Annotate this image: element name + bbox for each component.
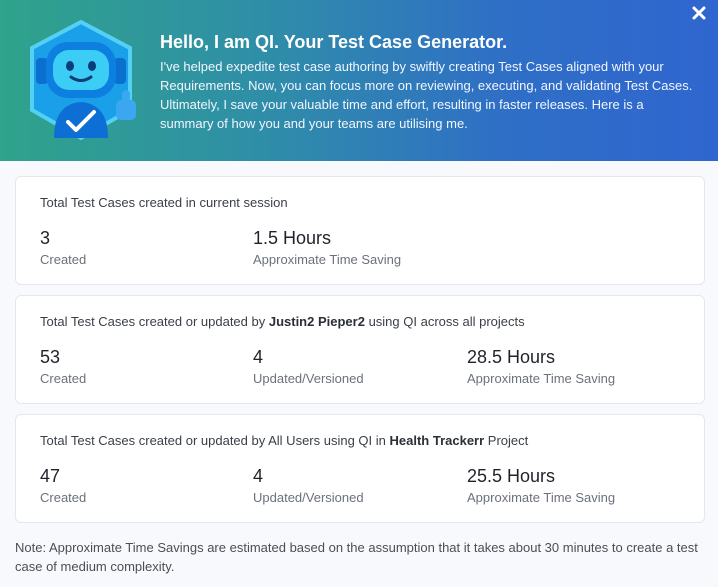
created-value: 53 — [40, 347, 61, 367]
stats-content: Total Test Cases created in current sess… — [15, 176, 705, 533]
session-stats-card: Total Test Cases created in current sess… — [15, 176, 705, 285]
time-saving-value: 1.5 Hours — [253, 228, 332, 248]
time-saving-stat: 1.5 Hours Approximate Time Saving — [253, 227, 401, 267]
time-saving-stat: 28.5 Hours Approximate Time Saving — [467, 346, 615, 386]
updated-label: Updated/Versioned — [253, 490, 364, 505]
time-saving-label: Approximate Time Saving — [467, 371, 616, 386]
time-saving-note: Note: Approximate Time Savings are estim… — [15, 540, 698, 574]
header-title: Hello, I am QI. Your Test Case Generator… — [160, 32, 508, 52]
title-prefix: Total Test Cases created or updated by A… — [40, 433, 390, 448]
card-title: Total Test Cases created or updated by J… — [40, 314, 525, 329]
card-title: Total Test Cases created in current sess… — [40, 195, 288, 210]
time-saving-label: Approximate Time Saving — [253, 252, 402, 267]
header-description: I've helped expedite test case authoring… — [160, 59, 693, 131]
created-label: Created — [40, 252, 87, 267]
user-name: Justin2 Pieper2 — [268, 314, 365, 329]
updated-stat: 4 Updated/Versioned — [253, 465, 364, 505]
updated-stat: 4 Updated/Versioned — [253, 346, 364, 386]
created-stat: 47 Created — [40, 465, 86, 505]
title-suffix: using QI across all projects — [364, 314, 525, 329]
title-prefix: Total Test Cases created or updated by — [40, 314, 269, 329]
close-icon[interactable] — [691, 5, 707, 21]
time-saving-value: 25.5 Hours — [467, 466, 556, 486]
updated-value: 4 — [253, 347, 264, 367]
project-name: Health Trackerr — [389, 433, 485, 448]
time-saving-stat: 25.5 Hours Approximate Time Saving — [467, 465, 615, 505]
header-banner: Hello, I am QI. Your Test Case Generator… — [0, 0, 718, 161]
created-value: 3 — [40, 228, 51, 248]
robot-thumbs-up-icon — [18, 18, 144, 144]
card-title: Total Test Cases created or updated by A… — [40, 433, 528, 448]
created-stat: 53 Created — [40, 346, 86, 386]
user-stats-card: Total Test Cases created or updated by J… — [15, 295, 705, 404]
created-stat: 3 Created — [40, 227, 86, 267]
time-saving-value: 28.5 Hours — [467, 347, 556, 367]
updated-value: 4 — [253, 466, 264, 486]
time-saving-label: Approximate Time Saving — [467, 490, 616, 505]
created-label: Created — [40, 371, 87, 386]
created-value: 47 — [40, 466, 61, 486]
created-label: Created — [40, 490, 87, 505]
qi-summary-modal: Hello, I am QI. Your Test Case Generator… — [0, 0, 718, 587]
header-text: Hello, I am QI. Your Test Case Generator… — [160, 31, 700, 133]
project-stats-card: Total Test Cases created or updated by A… — [15, 414, 705, 523]
updated-label: Updated/Versioned — [253, 371, 364, 386]
title-suffix: Project — [484, 433, 529, 448]
